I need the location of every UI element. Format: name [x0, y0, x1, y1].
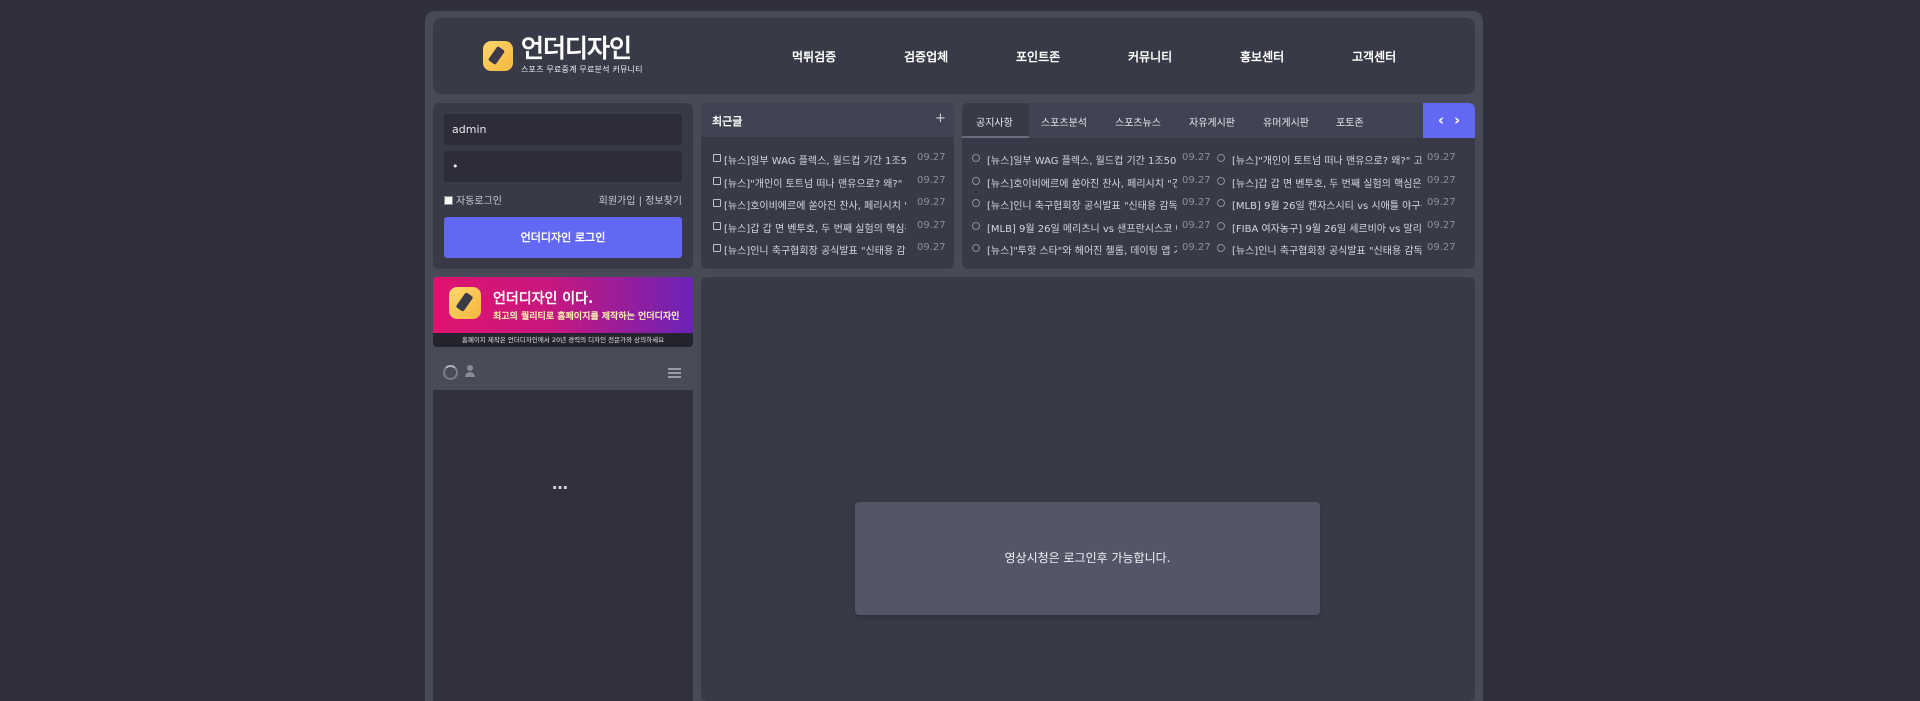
clock-icon — [1217, 176, 1225, 185]
banner-footer: 홈페이지 제작은 언더디자인에서 20년 경력의 디자인 전문가와 상의하세요 — [433, 333, 693, 347]
clock-icon — [972, 221, 980, 230]
board-post-date: 09.27 — [1427, 219, 1456, 231]
board-post-date: 09.27 — [1182, 219, 1211, 231]
tab-free-board[interactable]: 자유게시판 — [1189, 114, 1235, 129]
recent-post-date: 09.27 — [917, 219, 946, 231]
board-post-date: 09.27 — [1182, 197, 1211, 208]
recent-post-title[interactable]: [뉴스]인니 축구협회장 공식발표 "신태용 감독 — [724, 242, 906, 257]
edit-icon — [713, 154, 721, 162]
recent-post-title[interactable]: [뉴스]"개인이 토트넘 떠나 맨유으로? 왜?" 고개 갸웃 — [724, 175, 906, 190]
auto-login-label[interactable]: 자동로그인 — [456, 196, 502, 207]
nav-item-5[interactable]: 홍보센터 — [1240, 48, 1284, 64]
pen-logo-icon — [449, 287, 481, 319]
edit-icon — [713, 176, 721, 185]
board-post-title[interactable]: [뉴스]갑 갑 면 벤투호, 두 번째 실험의 핵심은 … — [1232, 175, 1422, 190]
board-post-date: 09.27 — [1182, 152, 1211, 163]
board-post-date: 09.27 — [1427, 197, 1456, 208]
recent-post-date: 09.27 — [917, 152, 946, 163]
login-options: 자동로그인 회원가입 | 정보찾기 — [444, 192, 682, 207]
clock-icon — [972, 176, 980, 185]
brand-subtitle: 스포츠 무료중계 무료분석 커뮤니티 — [521, 65, 643, 74]
board-post-title[interactable]: [뉴스]인니 축구협회장 공식발표 "신태용 감독… — [1232, 242, 1422, 257]
recent-post-date: 09.27 — [917, 174, 946, 186]
tab-photo-zone[interactable]: 포토존 — [1336, 114, 1364, 129]
clock-icon — [972, 199, 980, 207]
tab-notice[interactable]: 공지사항 — [976, 114, 1013, 129]
recent-more-button[interactable]: + — [935, 111, 946, 126]
board-post-date: 09.27 — [1182, 174, 1211, 186]
edit-icon — [713, 221, 721, 230]
video-login-required-message: 영상시청은 로그인후 가능합니다. — [855, 502, 1320, 615]
username-field[interactable]: admin — [444, 114, 682, 145]
pen-logo-icon — [483, 40, 513, 71]
board-post-title[interactable]: [뉴스]인니 축구협회장 공식발표 "신태용 감독… — [987, 197, 1177, 212]
board-post-title[interactable]: [뉴스]호이비에르에 쏟아진 찬사, 페리시치 "견… — [987, 175, 1177, 190]
board-post-title[interactable]: [뉴스]"투핫 스타"와 헤어진 첼롬, 데이팅 앱 가… — [987, 242, 1177, 257]
tab-scroll-buttons: ‹ › — [1423, 103, 1475, 138]
nav-item-3[interactable]: 포인트존 — [1016, 48, 1060, 64]
banner-headline: 최고의 퀄리티로 홈페이지를 제작하는 언더디자인 — [493, 312, 680, 322]
link-separator: | — [638, 196, 642, 207]
password-field[interactable]: • — [444, 151, 682, 182]
recent-post-title[interactable]: [뉴스]갑 갑 면 벤투호, 두 번째 실험의 핵심은 — [724, 220, 906, 235]
banner-brand-tag: 이다. — [562, 291, 594, 307]
board-post-date: 09.27 — [1427, 152, 1456, 163]
edit-icon — [713, 199, 721, 207]
clock-icon — [972, 154, 980, 162]
board-post-title[interactable]: [뉴스]일부 WAG 플렉스, 월드컵 기간 1조5000억 넘… — [987, 152, 1177, 167]
promo-banner[interactable]: 언더디자인 이다. 최고의 퀄리티로 홈페이지를 제작하는 언더디자인 홈페이지… — [433, 277, 693, 347]
clock-icon — [1217, 221, 1225, 230]
brand-title: 언더디자인 — [521, 34, 632, 63]
signup-link[interactable]: 회원가입 — [599, 196, 636, 207]
board-post-title[interactable]: [뉴스]"개인이 토트넘 떠나 맨유으로? 왜?" 고개 갸웃… — [1232, 152, 1422, 167]
banner-title: 언더디자인 — [493, 291, 558, 307]
recent-post-date: 09.27 — [917, 242, 946, 253]
nav-item-6[interactable]: 고객센터 — [1352, 48, 1396, 64]
tab-humor-board[interactable]: 유머게시판 — [1263, 114, 1309, 129]
recent-post-title[interactable]: [뉴스]호이비에르에 쏟아진 찬사, 페리시치 "견 — [724, 197, 906, 212]
login-button[interactable]: 언더디자인 로그인 — [444, 217, 682, 258]
edit-icon — [713, 244, 721, 252]
board-post-date: 09.27 — [1427, 174, 1456, 186]
chevron-left-icon[interactable]: ‹ — [1438, 111, 1444, 129]
nav-item-4[interactable]: 커뮤니티 — [1128, 48, 1172, 64]
recent-title: 최근글 — [712, 115, 743, 128]
board-post-date: 09.27 — [1427, 242, 1456, 253]
users-icon[interactable] — [465, 365, 477, 378]
chat-body — [433, 390, 693, 701]
board-post-date: 09.27 — [1182, 242, 1211, 253]
recent-post-title[interactable]: [뉴스]일부 WAG 플렉스, 월드컵 기간 1조5000억 넘 — [724, 152, 906, 167]
board-post-title[interactable]: [MLB] 9월 26일 메리츠니 vs 샌프란시스코 아… — [987, 220, 1177, 235]
hamburger-icon[interactable] — [668, 368, 681, 378]
board-post-title[interactable]: [FIBA 여자농구] 9월 26일 세르비아 vs 말리 FI… — [1232, 220, 1422, 235]
chevron-right-icon[interactable]: › — [1454, 111, 1460, 129]
video-panel — [701, 277, 1475, 701]
nav-item-2[interactable]: 검증업체 — [904, 48, 948, 64]
tab-sports-analysis[interactable]: 스포츠분석 — [1041, 114, 1087, 129]
tab-sports-news[interactable]: 스포츠뉴스 — [1115, 114, 1161, 129]
clock-icon — [972, 244, 980, 252]
clock-icon — [1217, 154, 1225, 162]
chat-loading-indicator: … — [552, 474, 568, 493]
nav-item-1[interactable]: 먹튀검증 — [792, 48, 836, 64]
auto-login-checkbox[interactable] — [444, 196, 453, 205]
find-info-link[interactable]: 정보찾기 — [645, 196, 682, 207]
board-post-title[interactable]: [MLB] 9월 26일 캔자스시티 vs 시애틀 야구분… — [1232, 197, 1422, 212]
loading-spinner-icon — [443, 365, 458, 380]
recent-post-date: 09.27 — [917, 197, 946, 208]
site-logo[interactable]: 언더디자인 스포츠 무료중계 무료분석 커뮤니티 — [483, 36, 643, 75]
clock-icon — [1217, 199, 1225, 207]
clock-icon — [1217, 244, 1225, 252]
